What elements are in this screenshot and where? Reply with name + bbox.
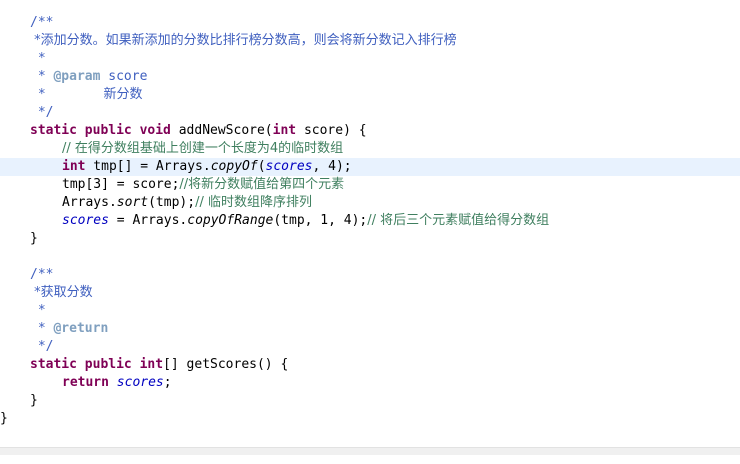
keyword: return xyxy=(62,375,109,390)
javadoc-open: /** xyxy=(30,15,54,30)
method-params: score) { xyxy=(296,123,367,138)
code-line: * 新分数 xyxy=(0,86,740,104)
closing-brace: } xyxy=(30,231,38,246)
code-text: ; xyxy=(163,375,172,390)
code-line: } xyxy=(0,230,740,248)
keyword: int xyxy=(272,123,297,138)
code-line: * xyxy=(0,50,740,68)
code-text: tmp[3] = score; xyxy=(62,177,180,192)
javadoc-star: * xyxy=(30,87,46,102)
javadoc-star: * xyxy=(30,321,54,336)
code-line: * @param score xyxy=(0,68,740,86)
javadoc-close: */ xyxy=(30,105,54,120)
javadoc-text: *获取分数 xyxy=(30,285,93,300)
javadoc-open: /** xyxy=(30,267,54,282)
code-text: , 4); xyxy=(312,159,352,174)
code-line: static public int[] getScores() { xyxy=(0,356,740,374)
code-line: return scores; xyxy=(0,374,740,392)
code-line: *获取分数 xyxy=(0,284,740,302)
code-text: tmp[] = Arrays. xyxy=(85,159,211,174)
code-line: static public void addNewScore(int score… xyxy=(0,122,740,140)
code-line: */ xyxy=(0,104,740,122)
code-line: tmp[3] = score;//将新分数赋值给第四个元素 xyxy=(0,176,740,194)
code-line: // 在得分数组基础上创建一个长度为4的临时数组 xyxy=(0,140,740,158)
code-text: (tmp); xyxy=(148,195,196,210)
javadoc-param-tag: @param xyxy=(53,69,101,84)
closing-brace: } xyxy=(30,393,38,408)
javadoc-star: * xyxy=(30,51,46,66)
code-line: } xyxy=(0,392,740,410)
horizontal-scrollbar[interactable] xyxy=(0,447,740,455)
code-line: * xyxy=(0,302,740,320)
javadoc-param-desc: 新分数 xyxy=(45,87,143,102)
code-line: *添加分数。如果新添加的分数比排行榜分数高，则会将新分数记入排行榜 xyxy=(0,32,740,50)
keyword: int xyxy=(139,357,164,372)
keyword: int xyxy=(62,159,86,174)
code-line: } xyxy=(0,410,740,428)
code-line: /** xyxy=(0,14,740,32)
line-comment: //将新分数赋值给第四个元素 xyxy=(179,177,345,192)
code-text: = Arrays. xyxy=(108,213,188,228)
code-line: * @return xyxy=(0,320,740,338)
static-method: copyOf xyxy=(210,159,258,174)
current-line-highlight: int tmp[] = Arrays.copyOf(scores, 4); xyxy=(0,158,740,176)
code-text: Arrays. xyxy=(62,195,117,210)
field-ref: scores xyxy=(116,375,164,390)
code-line: Arrays.sort(tmp);// 临时数组降序排列 xyxy=(0,194,740,212)
code-text: ( xyxy=(257,159,266,174)
code-line: scores = Arrays.copyOfRange(tmp, 1, 4);/… xyxy=(0,212,740,230)
keyword: static public void xyxy=(30,123,171,138)
javadoc-star: * xyxy=(30,69,54,84)
line-comment: // 临时数组降序排列 xyxy=(195,195,312,210)
code-text: (tmp, 1, 4); xyxy=(273,213,368,228)
method-name: addNewScore( xyxy=(170,123,273,138)
line-comment: // 在得分数组基础上创建一个长度为4的临时数组 xyxy=(62,141,344,156)
javadoc-text: *添加分数。如果新添加的分数比排行榜分数高，则会将新分数记入排行榜 xyxy=(30,33,457,48)
line-comment: // 将后三个元素赋值给得分数组 xyxy=(367,213,550,228)
field-ref: scores xyxy=(62,213,109,228)
static-method: sort xyxy=(116,195,149,210)
static-method: copyOfRange xyxy=(187,213,274,228)
class-closing-brace: } xyxy=(0,411,8,426)
keyword: static public xyxy=(30,357,132,372)
code-line: /** xyxy=(0,266,740,284)
javadoc-return-tag: @return xyxy=(53,321,109,336)
field-ref: scores xyxy=(265,159,313,174)
javadoc-close: */ xyxy=(30,339,54,354)
javadoc-param-name: score xyxy=(100,69,148,84)
code-editor[interactable]: /** *添加分数。如果新添加的分数比排行榜分数高，则会将新分数记入排行榜 * … xyxy=(0,0,740,448)
code-line: */ xyxy=(0,338,740,356)
method-signature: [] getScores() { xyxy=(163,357,289,372)
javadoc-star: * xyxy=(30,303,46,318)
